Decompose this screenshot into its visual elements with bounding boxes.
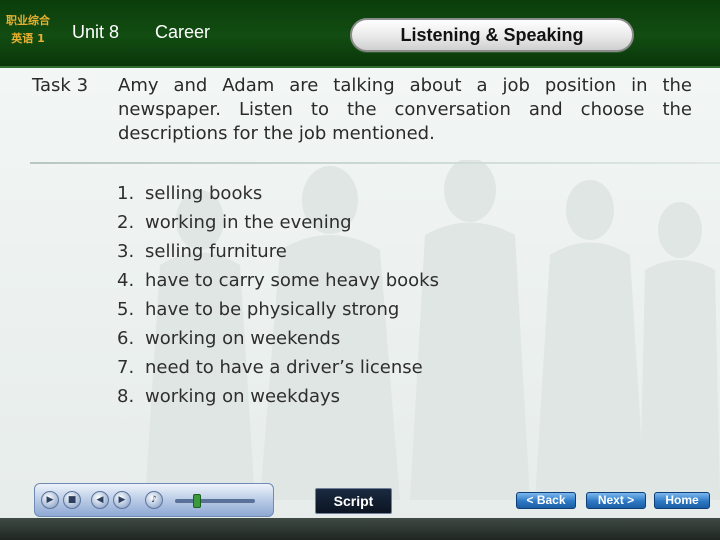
option-text: working on weekdays: [145, 386, 341, 407]
unit-label: Unit 8: [72, 22, 120, 42]
list-item: 6. working on weekends: [117, 324, 537, 353]
list-item: 3. selling furniture: [117, 237, 537, 266]
option-text: have to be physically strong: [145, 299, 400, 320]
task-instruction-text: Amy and Adam are talking about a job pos…: [118, 75, 692, 144]
speaker-icon[interactable]: ♪: [145, 491, 163, 509]
option-text: working on weekends: [145, 328, 341, 349]
list-item: 5. have to be physically strong: [117, 295, 537, 324]
audio-player: ▶ ■ ◀ ▶ ♪: [34, 483, 274, 517]
previous-icon[interactable]: ◀: [91, 491, 109, 509]
option-text: selling books: [145, 183, 263, 204]
list-item: 2. working in the evening: [117, 208, 537, 237]
task-label: Task 3: [32, 75, 89, 96]
option-text: have to carry some heavy books: [145, 270, 439, 291]
option-number: 4.: [117, 270, 135, 291]
option-text: need to have a driver’s license: [145, 357, 423, 378]
section-title: Listening & Speaking: [350, 18, 634, 52]
footer-strip: [0, 518, 720, 540]
back-button[interactable]: < Back: [516, 492, 576, 509]
option-number: 1.: [117, 183, 135, 204]
option-number: 6.: [117, 328, 135, 349]
header-bar: 职业综合 英语 1 Unit 8 Career Listening & Spea…: [0, 0, 720, 68]
stop-icon[interactable]: ■: [63, 491, 81, 509]
script-button[interactable]: Script: [315, 488, 392, 514]
option-text: selling furniture: [145, 241, 287, 262]
option-number: 8.: [117, 386, 135, 407]
divider: [30, 162, 720, 164]
list-item: 4. have to carry some heavy books: [117, 266, 537, 295]
option-number: 2.: [117, 212, 135, 233]
home-button[interactable]: Home: [654, 492, 710, 509]
list-item: 7. need to have a driver’s license: [117, 353, 537, 382]
option-number: 5.: [117, 299, 135, 320]
volume-slider[interactable]: [175, 494, 255, 508]
next-button[interactable]: Next >: [586, 492, 646, 509]
topic-label: Career: [155, 22, 211, 42]
logo-line-2: 英语 1: [11, 32, 45, 45]
play-icon[interactable]: ▶: [41, 491, 59, 509]
volume-slider-thumb[interactable]: [193, 494, 201, 508]
list-item: 8. working on weekdays: [117, 382, 537, 411]
option-text: working in the evening: [145, 212, 352, 233]
course-logo: 职业综合 英语 1: [0, 12, 56, 56]
list-item: 1. selling books: [117, 179, 537, 208]
option-number: 3.: [117, 241, 135, 262]
logo-line-1: 职业综合: [6, 14, 50, 27]
options-list: 1. selling books 2. working in the evening…: [117, 179, 537, 411]
next-track-icon[interactable]: ▶: [113, 491, 131, 509]
option-number: 7.: [117, 357, 135, 378]
